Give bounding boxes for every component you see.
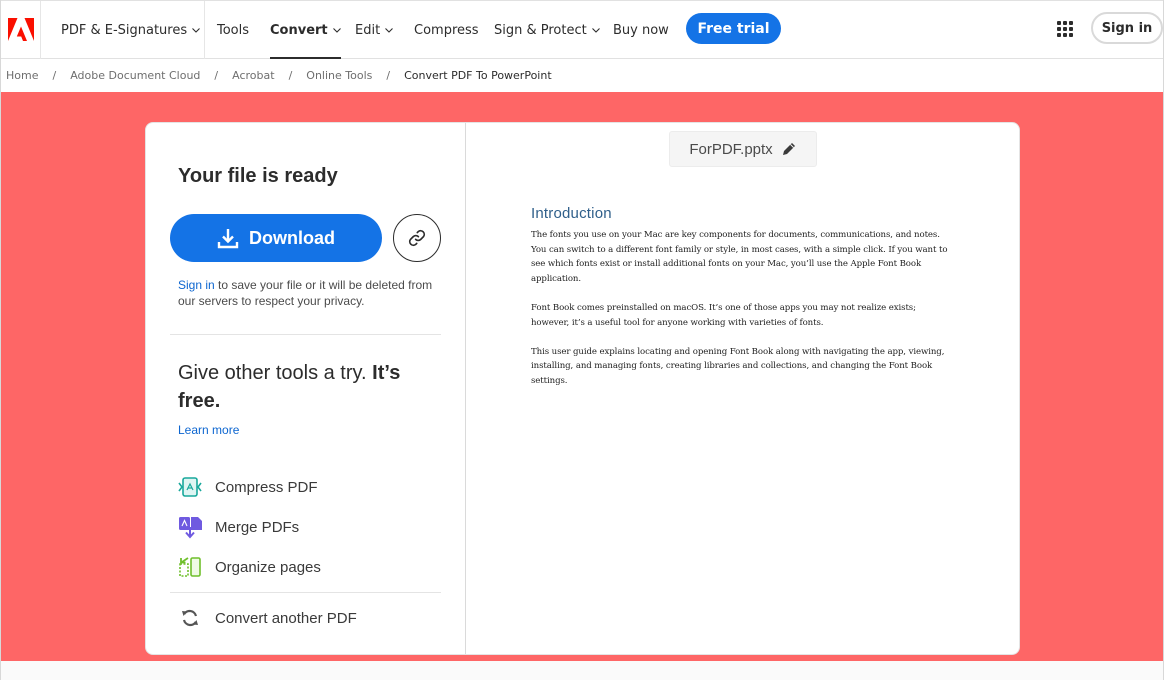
adobe-logo-icon xyxy=(7,18,34,41)
download-icon xyxy=(217,229,239,249)
merge-pdfs-icon xyxy=(178,515,202,539)
link-icon xyxy=(408,229,426,247)
breadcrumb-document-cloud[interactable]: Adobe Document Cloud xyxy=(70,69,200,82)
nav-tools[interactable]: Tools xyxy=(217,1,249,59)
try-tools-title: Give other tools a try. It’s free. xyxy=(178,359,438,415)
divider xyxy=(170,592,441,593)
download-button[interactable]: Download xyxy=(170,214,382,262)
breadcrumb-online-tools[interactable]: Online Tools xyxy=(306,69,372,82)
save-note-text: to save your file or it will be deleted … xyxy=(178,278,433,308)
try-tools-title-regular: Give other tools a try. xyxy=(178,362,373,384)
organize-pages-icon xyxy=(178,555,202,579)
chevron-down-icon xyxy=(192,28,201,33)
file-preview-panel: ForPDF.pptx Introduction The fonts you u… xyxy=(466,123,1019,654)
nav-label: Edit xyxy=(355,22,381,38)
preview-paragraph: This user guide explains locating and op… xyxy=(531,346,945,386)
apps-grid-icon[interactable] xyxy=(1057,21,1073,37)
breadcrumb-separator: / xyxy=(386,69,391,82)
divider xyxy=(170,334,441,335)
save-file-note: Sign in to save your file or it will be … xyxy=(178,277,438,309)
result-stage: Your file is ready Download Sign in to s… xyxy=(1,92,1163,661)
convert-another-label: Convert another PDF xyxy=(215,609,357,627)
nav-label: Tools xyxy=(217,22,250,38)
sign-in-link[interactable]: Sign in xyxy=(178,278,215,292)
tool-label: Merge PDFs xyxy=(215,518,300,536)
nav-compress[interactable]: Compress xyxy=(414,1,479,59)
tool-organize-pages[interactable]: Organize pages xyxy=(178,554,321,580)
tool-label: Compress PDF xyxy=(215,478,318,496)
breadcrumb-home[interactable]: Home xyxy=(6,69,38,82)
result-panel: Your file is ready Download Sign in to s… xyxy=(146,123,466,654)
breadcrumb-separator: / xyxy=(52,69,57,82)
result-card: Your file is ready Download Sign in to s… xyxy=(145,122,1020,655)
nav-label: PDF & E-Signatures xyxy=(61,22,188,38)
file-ready-title: Your file is ready xyxy=(178,165,338,187)
breadcrumb: Home / Adobe Document Cloud / Acrobat / … xyxy=(1,59,1163,92)
breadcrumb-separator: / xyxy=(214,69,219,82)
nav-label: Buy now xyxy=(613,22,669,38)
nav-label: Convert xyxy=(270,22,328,38)
chevron-down-icon xyxy=(385,28,394,33)
preview-heading: Introduction xyxy=(531,205,612,222)
nav-edit[interactable]: Edit xyxy=(355,1,394,59)
learn-more-link[interactable]: Learn more xyxy=(178,423,239,437)
chevron-down-icon xyxy=(332,28,341,33)
sign-in-button[interactable]: Sign in xyxy=(1091,12,1163,44)
copy-link-button[interactable] xyxy=(393,214,441,262)
convert-another-pdf-button[interactable]: Convert another PDF xyxy=(178,605,357,631)
refresh-icon xyxy=(178,606,202,630)
compress-pdf-icon xyxy=(178,475,202,499)
nav-sign-protect[interactable]: Sign & Protect xyxy=(494,1,600,59)
tool-compress-pdf[interactable]: Compress PDF xyxy=(178,474,318,500)
filename-field[interactable]: ForPDF.pptx xyxy=(669,131,817,167)
tool-label: Organize pages xyxy=(215,558,321,576)
document-preview: Introduction The fonts you use on your M… xyxy=(531,205,951,403)
pencil-edit-icon xyxy=(782,143,795,155)
adobe-logo[interactable] xyxy=(1,1,41,59)
nav-divider xyxy=(204,1,205,59)
nav-pdf-esignatures[interactable]: PDF & E-Signatures xyxy=(61,1,201,59)
nav-buy-now[interactable]: Buy now xyxy=(613,1,669,59)
breadcrumb-acrobat[interactable]: Acrobat xyxy=(232,69,274,82)
breadcrumb-separator: / xyxy=(288,69,293,82)
tool-merge-pdfs[interactable]: Merge PDFs xyxy=(178,514,299,540)
top-navigation: PDF & E-Signatures Tools Convert Edit Co… xyxy=(1,0,1163,59)
breadcrumb-current: Convert PDF To PowerPoint xyxy=(404,69,552,82)
nav-label: Compress xyxy=(414,22,479,38)
filename-text: ForPDF.pptx xyxy=(689,140,773,158)
preview-paragraph: The fonts you use on your Mac are key co… xyxy=(531,230,948,284)
free-trial-button[interactable]: Free trial xyxy=(686,13,781,44)
chevron-down-icon xyxy=(591,28,600,33)
preview-paragraph: Font Book comes preinstalled on macOS. I… xyxy=(531,302,916,328)
nav-convert[interactable]: Convert xyxy=(270,1,341,59)
nav-label: Sign & Protect xyxy=(494,22,587,38)
download-label: Download xyxy=(249,227,335,248)
